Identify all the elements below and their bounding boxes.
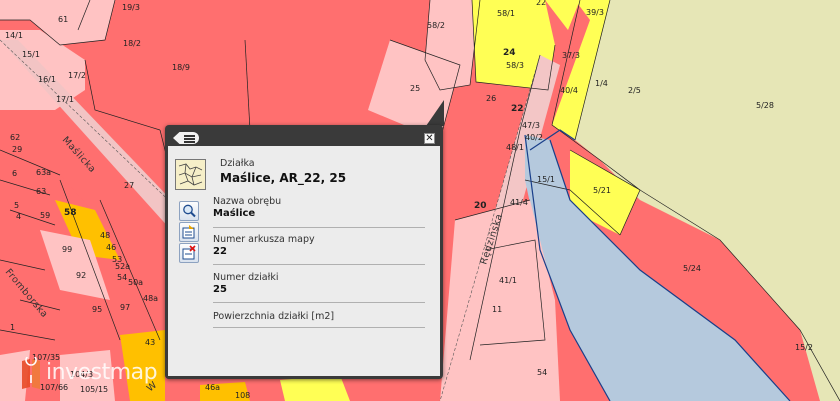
parcel-label: 39/3 <box>586 8 604 17</box>
layer-name: Działka <box>220 158 255 169</box>
parcel-label: 17/2 <box>68 71 86 80</box>
parcel-label: 50a <box>128 278 143 287</box>
parcel-label: 22 <box>536 0 546 7</box>
parcel-label: 97 <box>120 303 130 312</box>
parcel-label: 58/1 <box>497 9 515 18</box>
parcel-info-popup: ✕ Działka Maślice, AR_22, 25 Nazwa obręb… <box>165 125 443 379</box>
zoom-to-icon[interactable] <box>179 201 199 221</box>
parcel-label: 19/3 <box>122 3 140 12</box>
popup-header: ✕ <box>165 125 443 147</box>
close-icon[interactable]: ✕ <box>424 133 435 144</box>
parcel-label: 1 <box>10 323 15 332</box>
parcel-label: 5 <box>14 201 19 210</box>
parcel-label: 58/3 <box>506 61 524 70</box>
parcel-label: 6 <box>12 169 17 178</box>
parcel-label: 54 <box>117 273 127 282</box>
parcel-label: 48 <box>100 231 110 240</box>
watermark-logo: investmap <box>20 354 158 393</box>
parcel-label: 46 <box>106 243 116 252</box>
parcel-label: 62 <box>10 133 20 142</box>
parcel-label: 18/2 <box>123 39 141 48</box>
parcel-label: 43 <box>145 338 155 347</box>
parcel-label: 29 <box>12 145 22 154</box>
menu-icon[interactable] <box>173 132 199 144</box>
parcel-label: 63 <box>36 187 46 196</box>
parcel-label: 1/4 <box>595 79 608 88</box>
parcel-label: 54 <box>537 368 547 377</box>
field-label-area: Powierzchnia działki [m2] <box>213 311 335 322</box>
parcel-label: 18/9 <box>172 63 190 72</box>
divider <box>213 227 425 228</box>
parcel-label: 11 <box>492 305 502 314</box>
parcel-label: 41/4 <box>510 198 528 207</box>
divider <box>213 264 425 265</box>
field-label-precinct: Nazwa obrębu <box>213 196 282 207</box>
parcel-label: 15/1 <box>22 50 40 59</box>
parcel-label: 58/2 <box>427 21 445 30</box>
parcel-label: 37/3 <box>562 51 580 60</box>
parcel-thumbnail-icon <box>175 159 206 190</box>
parcel-label: 99 <box>62 245 72 254</box>
parcel-label: 105/15 <box>80 385 108 394</box>
popup-body: Działka Maślice, AR_22, 25 Nazwa obrębu … <box>168 146 440 376</box>
parcel-label: 26 <box>486 94 496 103</box>
parcel-label: 15/1 <box>537 175 555 184</box>
watermark-text: investmap <box>46 360 158 385</box>
field-value-precinct: Maślice <box>213 208 256 219</box>
field-label-map-sheet: Numer arkusza mapy <box>213 234 315 245</box>
parcel-label: 41/1 <box>499 276 517 285</box>
parcel-label: 24 <box>503 48 516 58</box>
remove-icon[interactable] <box>179 243 199 263</box>
parcel-label: 5/21 <box>593 186 611 195</box>
divider <box>213 302 425 303</box>
parcel-label: 61 <box>58 15 68 24</box>
parcel-label: 108 <box>235 391 250 400</box>
parcel-label: 16/1 <box>38 75 56 84</box>
parcel-label: 52a <box>115 262 130 271</box>
field-label-parcel-number: Numer działki <box>213 272 279 283</box>
parcel-label: 14/1 <box>5 31 23 40</box>
parcel-label: 5/24 <box>683 264 701 273</box>
parcel-label: 48a <box>143 294 158 303</box>
map-pin-icon <box>22 354 40 389</box>
parcel-label: 48/1 <box>506 143 524 152</box>
popup-pointer <box>426 100 444 126</box>
parcel-label: 17/1 <box>56 95 74 104</box>
field-value-parcel-number: 25 <box>213 284 227 295</box>
parcel-label: 63a <box>36 168 51 177</box>
parcel-label: 2/5 <box>628 86 641 95</box>
parcel-label: 58 <box>64 208 77 218</box>
parcel-label: 46a <box>205 383 220 392</box>
parcel-label: 27 <box>124 181 134 190</box>
parcel-label: 95 <box>92 305 102 314</box>
parcel-label: 20 <box>474 201 487 211</box>
field-value-map-sheet: 22 <box>213 246 227 257</box>
parcel-label: 47/3 <box>522 121 540 130</box>
parcel-label: 5/28 <box>756 101 774 110</box>
parcel-label: 25 <box>410 84 420 93</box>
parcel-label: 40/4 <box>560 86 578 95</box>
parcel-label: 15/2 <box>795 343 813 352</box>
parcel-label: 92 <box>76 271 86 280</box>
export-icon[interactable] <box>179 222 199 242</box>
parcel-label: 4 <box>16 212 21 221</box>
parcel-label: 59 <box>40 211 50 220</box>
divider <box>213 327 425 328</box>
parcel-label: 22 <box>511 104 524 114</box>
popup-title: Maślice, AR_22, 25 <box>220 171 347 185</box>
parcel-label: 40/2 <box>525 133 543 142</box>
